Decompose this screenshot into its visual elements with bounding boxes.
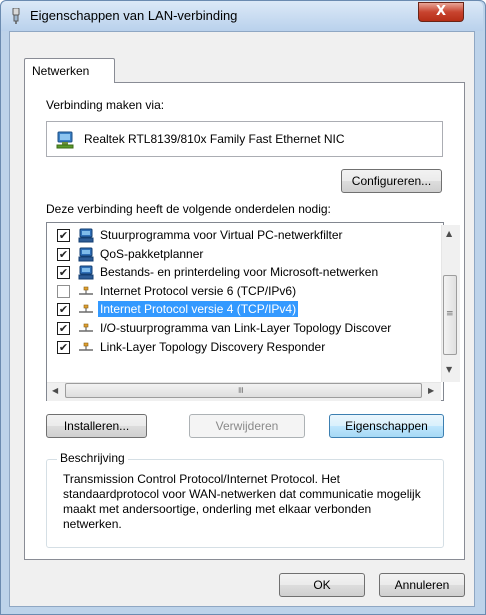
- component-checkbox[interactable]: [57, 285, 70, 298]
- scroll-up-arrow-icon[interactable]: ▲: [446, 229, 452, 238]
- protocol-icon: [79, 304, 93, 313]
- adapter-name: Realtek RTL8139/810x Family Fast Etherne…: [84, 132, 345, 146]
- list-item[interactable]: Internet Protocol versie 6 (TCP/IPv6): [46, 282, 426, 301]
- properties-button[interactable]: Eigenschappen: [329, 414, 444, 438]
- remove-button[interactable]: Verwijderen: [189, 414, 305, 438]
- protocol-icon: [79, 286, 93, 295]
- component-checkbox[interactable]: ✔: [57, 266, 70, 279]
- client-icon: [78, 228, 94, 243]
- component-label: Internet Protocol versie 6 (TCP/IPv6): [100, 284, 297, 298]
- protocol-icon: [79, 342, 93, 351]
- component-label: I/O-stuurprogramma van Link-Layer Topolo…: [100, 321, 392, 335]
- list-item[interactable]: ✔ Internet Protocol versie 4 (TCP/IPv4): [46, 300, 426, 319]
- list-item[interactable]: ✔ QoS-pakketplanner: [46, 245, 426, 264]
- component-label: Stuurprogramma voor Virtual PC-netwerkfi…: [100, 228, 343, 242]
- configure-button[interactable]: Configureren...: [341, 169, 442, 193]
- network-plug-icon: [12, 8, 20, 24]
- window-title: Eigenschappen van LAN-verbinding: [30, 8, 238, 23]
- component-checkbox[interactable]: ✔: [57, 303, 70, 316]
- install-button[interactable]: Installeren...: [46, 414, 147, 438]
- description-title: Beschrijving: [57, 451, 128, 465]
- scroll-down-arrow-icon[interactable]: ▼: [446, 365, 452, 374]
- list-item[interactable]: ✔ Link-Layer Topology Discovery Responder: [46, 338, 426, 357]
- scroll-grip-icon: ≡: [234, 386, 245, 394]
- component-checkbox[interactable]: ✔: [57, 322, 70, 335]
- component-checkbox[interactable]: ✔: [57, 341, 70, 354]
- list-item[interactable]: ✔ Bestands- en printerdeling voor Microso…: [46, 263, 426, 282]
- ok-button[interactable]: OK: [279, 573, 365, 597]
- protocol-icon: [79, 323, 93, 332]
- cancel-button[interactable]: Annuleren: [379, 573, 465, 597]
- client-icon: [78, 247, 94, 262]
- connect-via-label: Verbinding maken via:: [46, 98, 165, 112]
- component-checkbox[interactable]: ✔: [57, 229, 70, 242]
- client-icon: [78, 265, 94, 280]
- component-label: Bestands- en printerdeling voor Microsof…: [100, 265, 379, 279]
- scroll-left-arrow-icon[interactable]: ◀: [52, 386, 58, 395]
- component-label: QoS-pakketplanner: [100, 247, 204, 261]
- component-checkbox[interactable]: ✔: [57, 248, 70, 261]
- list-item[interactable]: ✔ I/O-stuurprogramma van Link-Layer Topol…: [46, 319, 426, 338]
- scroll-right-arrow-icon[interactable]: ▶: [428, 386, 434, 395]
- description-text: Transmission Control Protocol/Internet P…: [63, 472, 421, 531]
- tab-networking[interactable]: Netwerken: [24, 58, 115, 83]
- network-adapter-icon: [56, 131, 74, 149]
- component-label: Internet Protocol versie 4 (TCP/IPv4): [98, 301, 299, 317]
- components-label: Deze verbinding heeft de volgende onderd…: [46, 202, 331, 216]
- scroll-grip-icon: ≡: [446, 309, 454, 319]
- close-button[interactable]: X: [418, 2, 464, 22]
- list-item[interactable]: ✔ Stuurprogramma voor Virtual PC-netwerkf…: [46, 226, 426, 245]
- component-label: Link-Layer Topology Discovery Responder: [100, 340, 326, 354]
